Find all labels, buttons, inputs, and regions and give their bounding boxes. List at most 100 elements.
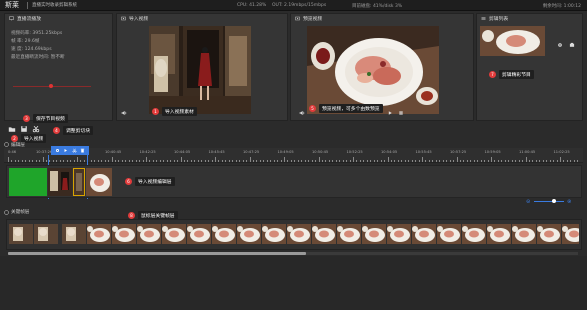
ruler-tick — [542, 160, 544, 162]
ruler-tick — [204, 160, 206, 162]
keyframe-thumbnail[interactable] — [212, 224, 236, 244]
keyframe-thumbnail[interactable] — [162, 224, 186, 244]
ruler-tick — [25, 160, 27, 162]
ruler-tick — [563, 160, 565, 162]
ruler-tick — [539, 160, 541, 162]
keyframe-thumbnail[interactable] — [512, 224, 536, 244]
keyframe-thumbnail[interactable] — [337, 224, 361, 244]
list-icon — [481, 17, 486, 20]
ruler-tick — [66, 160, 68, 162]
keyframe-thumbnail[interactable] — [112, 224, 136, 244]
ruler-tick — [101, 160, 103, 162]
top-bar: 斯莱 直播实时收录剪辑系统 CPU: 41.28% OUT: 2.19mbps/… — [0, 0, 587, 11]
ruler-tick — [301, 160, 303, 162]
ruler-tick — [118, 160, 120, 162]
zoom-slider-knob[interactable] — [552, 199, 556, 203]
clip-thumbnail[interactable] — [480, 26, 545, 56]
zoom-out-icon[interactable] — [526, 199, 531, 204]
ruler-tick — [218, 160, 220, 162]
keyframe-thumbnail[interactable] — [387, 224, 411, 244]
keyframe-thumbnail[interactable] — [412, 224, 436, 244]
ruler-tick-label: 11:00:45 — [519, 150, 536, 154]
ruler-tick — [515, 160, 517, 162]
clip-export-icon[interactable] — [569, 42, 575, 48]
settings-icon[interactable] — [55, 148, 60, 153]
ruler-tick-label: 10:42:25 — [139, 150, 156, 154]
callout-preview: 5 预览视频，可多个由数预览 — [309, 104, 383, 113]
ruler-tick — [311, 160, 313, 162]
play-selection-icon[interactable] — [63, 148, 68, 153]
ruler-tick — [439, 160, 441, 162]
callout-import-material: 1 导入视频素材 — [152, 107, 197, 116]
keyframe-thumbnail[interactable] — [537, 224, 561, 244]
ruler-tick — [446, 160, 448, 162]
timeline-ruler[interactable]: 0:46 10:37:2610:39:0610:40:4510:42:2510:… — [4, 148, 583, 163]
bitrate-readout: 视频码率: 3951.25kbps — [11, 31, 63, 36]
keyframe-thumbnail[interactable] — [62, 224, 86, 244]
keyframe-thumbnail[interactable] — [362, 224, 386, 244]
keyframe-thumbnail[interactable] — [287, 224, 311, 244]
ruler-tick — [146, 157, 147, 162]
zoom-control — [520, 198, 580, 206]
ruler-tick — [80, 160, 82, 162]
clip-settings-icon[interactable] — [557, 42, 563, 48]
ruler-tick-label: 10:47:25 — [243, 150, 260, 154]
imported-video-frame[interactable] — [149, 26, 251, 114]
delete-icon[interactable] — [80, 148, 85, 153]
ruler-tick — [190, 160, 192, 162]
keyframe-thumbnail[interactable] — [137, 224, 161, 244]
zoom-in-icon[interactable] — [567, 199, 572, 204]
green-clip[interactable] — [9, 168, 47, 196]
preview-speaker-icon[interactable] — [299, 110, 305, 116]
clip-segment-1[interactable] — [48, 168, 72, 196]
keyframe-thumbnail[interactable] — [237, 224, 261, 244]
keyframe-thumbnail[interactable] — [87, 224, 111, 244]
live-panel-title: 直播流播放 — [17, 17, 41, 22]
keyframe-thumbnail[interactable] — [562, 224, 579, 244]
bottom-area — [0, 256, 587, 310]
ruler-tick — [384, 160, 386, 162]
ruler-tick — [370, 160, 372, 162]
ruler-tick-label: 10:37:26 — [36, 150, 53, 154]
ruler-tick — [453, 160, 455, 162]
keyframe-thumbnail[interactable] — [9, 224, 33, 244]
cut-icon[interactable] — [72, 148, 77, 153]
preview-video-frame[interactable] — [307, 26, 439, 114]
keyframe-track[interactable] — [6, 219, 582, 250]
timeline-scrollbar[interactable] — [8, 252, 578, 255]
ruler-tick — [63, 160, 65, 162]
pause-icon[interactable] — [398, 110, 404, 116]
ruler-tick — [163, 160, 165, 162]
keyframe-thumbnail[interactable] — [187, 224, 211, 244]
keyframe-thumbnail[interactable] — [34, 224, 58, 244]
save-button[interactable] — [20, 125, 28, 133]
adjust-cut-button[interactable] — [32, 125, 40, 133]
zoom-slider[interactable] — [534, 201, 564, 202]
ruler-tick — [332, 160, 334, 162]
ruler-tick — [59, 160, 61, 162]
play-icon[interactable] — [387, 110, 393, 116]
ruler-tick — [339, 160, 341, 162]
ruler-tick — [152, 160, 154, 162]
keyframe-thumbnail[interactable] — [312, 224, 336, 244]
keyframe-thumbnail[interactable] — [462, 224, 486, 244]
video-edit-track[interactable] — [6, 165, 582, 198]
ruler-tick — [566, 160, 568, 162]
import-button[interactable] — [8, 125, 16, 133]
clip-segment-3[interactable] — [86, 168, 112, 196]
ruler-tick — [128, 160, 130, 162]
ruler-tick — [404, 160, 406, 162]
keyframe-thumbnail[interactable] — [437, 224, 461, 244]
clip-segment-2[interactable] — [73, 168, 85, 196]
ruler-tick — [263, 160, 265, 162]
keyframe-thumbnail[interactable] — [487, 224, 511, 244]
clips-panel-header: 剪辑列表 — [477, 14, 582, 23]
ruler-tick — [308, 160, 310, 162]
imported-video-image — [149, 26, 251, 114]
volume-slider-knob[interactable] — [49, 84, 53, 88]
ruler-tick — [397, 160, 399, 162]
ruler-tick — [32, 160, 34, 162]
timeline-scrollbar-thumb[interactable] — [8, 252, 306, 255]
speaker-icon[interactable] — [121, 110, 127, 116]
keyframe-thumbnail[interactable] — [262, 224, 286, 244]
